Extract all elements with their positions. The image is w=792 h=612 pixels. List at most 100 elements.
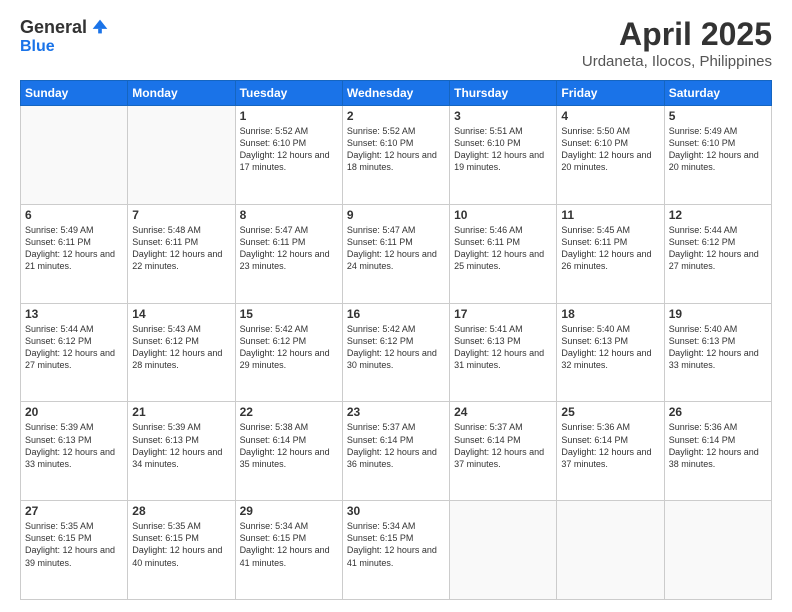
- day-info: Sunrise: 5:38 AM Sunset: 6:14 PM Dayligh…: [240, 421, 338, 470]
- day-number: 18: [561, 307, 659, 321]
- calendar-cell: 8Sunrise: 5:47 AM Sunset: 6:11 PM Daylig…: [235, 204, 342, 303]
- day-info: Sunrise: 5:43 AM Sunset: 6:12 PM Dayligh…: [132, 323, 230, 372]
- header-wednesday: Wednesday: [342, 81, 449, 106]
- calendar-header-row: SundayMondayTuesdayWednesdayThursdayFrid…: [21, 81, 772, 106]
- day-info: Sunrise: 5:47 AM Sunset: 6:11 PM Dayligh…: [347, 224, 445, 273]
- calendar-cell: 28 Sunrise: 5:35 AM Sunset: 6:15 PM Dayli…: [128, 501, 235, 600]
- calendar-cell: 25Sunrise: 5:36 AM Sunset: 6:14 PM Dayli…: [557, 402, 664, 501]
- day-number: 13: [25, 307, 123, 321]
- calendar-cell: 15Sunrise: 5:42 AM Sunset: 6:12 PM Dayli…: [235, 303, 342, 402]
- day-info: Sunrise: 5:52 AM Sunset: 6:10 PM Dayligh…: [347, 125, 445, 174]
- day-number: 11: [561, 208, 659, 222]
- day-info: Sunrise: 5:48 AM Sunset: 6:11 PM Dayligh…: [132, 224, 230, 273]
- day-info: Sunrise: 5:42 AM Sunset: 6:12 PM Dayligh…: [240, 323, 338, 372]
- day-number: 25: [561, 405, 659, 419]
- day-number: 16: [347, 307, 445, 321]
- calendar-cell: 21 Sunrise: 5:39 AM Sunset: 6:13 PM Dayli…: [128, 402, 235, 501]
- calendar-cell: 24 Sunrise: 5:37 AM Sunset: 6:14 PM Dayli…: [450, 402, 557, 501]
- day-info: Sunrise: 5:37 AM Sunset: 6:14 PM Dayligh…: [347, 421, 445, 470]
- day-info: Sunrise: 5:36 AM Sunset: 6:14 PM Dayligh…: [669, 421, 767, 470]
- page: General Blue April 2025 Urdaneta, Ilocos…: [0, 0, 792, 612]
- day-info: Sunrise: 5:40 AM Sunset: 6:13 PM Dayligh…: [669, 323, 767, 372]
- day-info: Sunrise: 5:37 AM Sunset: 6:14 PM Dayligh…: [454, 421, 552, 470]
- day-number: 20: [25, 405, 123, 419]
- day-info: Sunrise: 5:44 AM Sunset: 6:12 PM Dayligh…: [669, 224, 767, 273]
- day-number: 5: [669, 109, 767, 123]
- calendar-cell: 7Sunrise: 5:48 AM Sunset: 6:11 PM Daylig…: [128, 204, 235, 303]
- day-info: Sunrise: 5:52 AM Sunset: 6:10 PM Dayligh…: [240, 125, 338, 174]
- logo-icon: [89, 16, 111, 38]
- week-row-4: 20 Sunrise: 5:39 AM Sunset: 6:13 PM Dayli…: [21, 402, 772, 501]
- day-number: 12: [669, 208, 767, 222]
- day-number: 24: [454, 405, 552, 419]
- day-number: 19: [669, 307, 767, 321]
- day-info: Sunrise: 5:51 AM Sunset: 6:10 PM Dayligh…: [454, 125, 552, 174]
- calendar-cell: 30 Sunrise: 5:34 AM Sunset: 6:15 PM Dayli…: [342, 501, 449, 600]
- calendar-cell: 9 Sunrise: 5:47 AM Sunset: 6:11 PM Daylig…: [342, 204, 449, 303]
- week-row-5: 27 Sunrise: 5:35 AM Sunset: 6:15 PM Dayli…: [21, 501, 772, 600]
- day-info: Sunrise: 5:47 AM Sunset: 6:11 PM Dayligh…: [240, 224, 338, 273]
- calendar-cell: 26 Sunrise: 5:36 AM Sunset: 6:14 PM Dayli…: [664, 402, 771, 501]
- day-number: 23: [347, 405, 445, 419]
- calendar-cell: 1 Sunrise: 5:52 AM Sunset: 6:10 PM Daylig…: [235, 106, 342, 205]
- day-number: 30: [347, 504, 445, 518]
- day-info: Sunrise: 5:35 AM Sunset: 6:15 PM Dayligh…: [25, 520, 123, 569]
- calendar-cell: 27 Sunrise: 5:35 AM Sunset: 6:15 PM Dayli…: [21, 501, 128, 600]
- week-row-2: 6Sunrise: 5:49 AM Sunset: 6:11 PM Daylig…: [21, 204, 772, 303]
- day-number: 21: [132, 405, 230, 419]
- calendar-cell: 22 Sunrise: 5:38 AM Sunset: 6:14 PM Dayli…: [235, 402, 342, 501]
- day-number: 4: [561, 109, 659, 123]
- title-area: April 2025 Urdaneta, Ilocos, Philippines: [582, 16, 772, 70]
- day-number: 1: [240, 109, 338, 123]
- calendar-cell: 2 Sunrise: 5:52 AM Sunset: 6:10 PM Daylig…: [342, 106, 449, 205]
- calendar-cell: [21, 106, 128, 205]
- calendar-cell: 16 Sunrise: 5:42 AM Sunset: 6:12 PM Dayli…: [342, 303, 449, 402]
- calendar-cell: [128, 106, 235, 205]
- calendar-cell: [450, 501, 557, 600]
- day-info: Sunrise: 5:34 AM Sunset: 6:15 PM Dayligh…: [240, 520, 338, 569]
- day-number: 28: [132, 504, 230, 518]
- calendar-cell: 19 Sunrise: 5:40 AM Sunset: 6:13 PM Dayli…: [664, 303, 771, 402]
- logo-general-text: General: [20, 17, 87, 38]
- calendar-cell: 17 Sunrise: 5:41 AM Sunset: 6:13 PM Dayli…: [450, 303, 557, 402]
- day-number: 9: [347, 208, 445, 222]
- day-info: Sunrise: 5:44 AM Sunset: 6:12 PM Dayligh…: [25, 323, 123, 372]
- day-info: Sunrise: 5:34 AM Sunset: 6:15 PM Dayligh…: [347, 520, 445, 569]
- calendar-cell: 23 Sunrise: 5:37 AM Sunset: 6:14 PM Dayli…: [342, 402, 449, 501]
- day-number: 14: [132, 307, 230, 321]
- day-number: 27: [25, 504, 123, 518]
- day-info: Sunrise: 5:40 AM Sunset: 6:13 PM Dayligh…: [561, 323, 659, 372]
- day-info: Sunrise: 5:35 AM Sunset: 6:15 PM Dayligh…: [132, 520, 230, 569]
- day-number: 29: [240, 504, 338, 518]
- calendar-cell: 18 Sunrise: 5:40 AM Sunset: 6:13 PM Dayli…: [557, 303, 664, 402]
- day-number: 26: [669, 405, 767, 419]
- day-info: Sunrise: 5:39 AM Sunset: 6:13 PM Dayligh…: [132, 421, 230, 470]
- calendar-cell: 10Sunrise: 5:46 AM Sunset: 6:11 PM Dayli…: [450, 204, 557, 303]
- day-info: Sunrise: 5:49 AM Sunset: 6:11 PM Dayligh…: [25, 224, 123, 273]
- main-title: April 2025: [582, 16, 772, 53]
- day-info: Sunrise: 5:42 AM Sunset: 6:12 PM Dayligh…: [347, 323, 445, 372]
- calendar-cell: 29 Sunrise: 5:34 AM Sunset: 6:15 PM Dayli…: [235, 501, 342, 600]
- calendar-cell: 14 Sunrise: 5:43 AM Sunset: 6:12 PM Dayli…: [128, 303, 235, 402]
- header-tuesday: Tuesday: [235, 81, 342, 106]
- subtitle: Urdaneta, Ilocos, Philippines: [582, 53, 772, 70]
- calendar-cell: 5Sunrise: 5:49 AM Sunset: 6:10 PM Daylig…: [664, 106, 771, 205]
- day-number: 2: [347, 109, 445, 123]
- day-number: 10: [454, 208, 552, 222]
- day-number: 22: [240, 405, 338, 419]
- header-monday: Monday: [128, 81, 235, 106]
- calendar-cell: 20Sunrise: 5:39 AM Sunset: 6:13 PM Dayli…: [21, 402, 128, 501]
- day-number: 17: [454, 307, 552, 321]
- logo-blue-text: Blue: [20, 38, 55, 55]
- calendar-cell: 6Sunrise: 5:49 AM Sunset: 6:11 PM Daylig…: [21, 204, 128, 303]
- day-info: Sunrise: 5:41 AM Sunset: 6:13 PM Dayligh…: [454, 323, 552, 372]
- day-info: Sunrise: 5:45 AM Sunset: 6:11 PM Dayligh…: [561, 224, 659, 273]
- header-saturday: Saturday: [664, 81, 771, 106]
- day-info: Sunrise: 5:50 AM Sunset: 6:10 PM Dayligh…: [561, 125, 659, 174]
- calendar-cell: [664, 501, 771, 600]
- header-sunday: Sunday: [21, 81, 128, 106]
- week-row-1: 1 Sunrise: 5:52 AM Sunset: 6:10 PM Daylig…: [21, 106, 772, 205]
- calendar-cell: 3Sunrise: 5:51 AM Sunset: 6:10 PM Daylig…: [450, 106, 557, 205]
- calendar-cell: 12 Sunrise: 5:44 AM Sunset: 6:12 PM Dayli…: [664, 204, 771, 303]
- calendar-cell: 13 Sunrise: 5:44 AM Sunset: 6:12 PM Dayli…: [21, 303, 128, 402]
